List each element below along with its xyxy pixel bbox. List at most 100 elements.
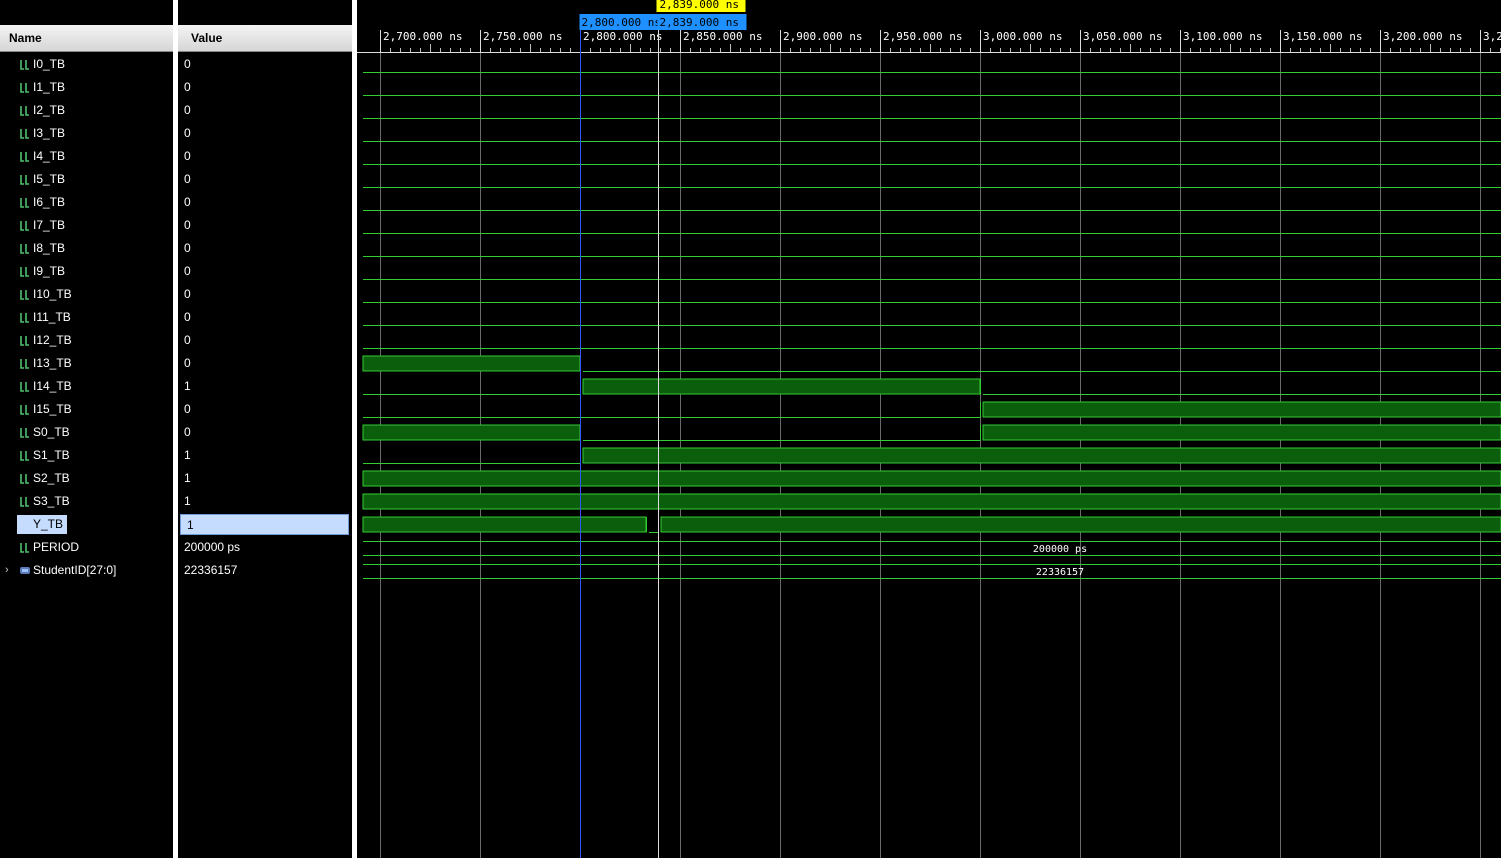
ruler-tick-label: 3,100.000 ns	[1183, 30, 1262, 43]
signal-name: S1_TB	[33, 448, 70, 462]
signal-name-row[interactable]: I15_TB	[0, 398, 173, 421]
signal-name: I11_TB	[33, 310, 71, 324]
signal-name: I15_TB	[33, 402, 72, 416]
signal-value[interactable]: 0	[178, 99, 352, 122]
signal-value[interactable]: 1	[180, 514, 349, 535]
signal-name-row[interactable]: I12_TB	[0, 329, 173, 352]
signal-value[interactable]: 0	[178, 168, 352, 191]
ruler-tick-label: 3,050.000 ns	[1083, 30, 1162, 43]
signal-value[interactable]: 0	[178, 145, 352, 168]
signal-name-row[interactable]: S3_TB	[0, 490, 173, 513]
signal-value[interactable]: 0	[178, 191, 352, 214]
signal-name: I10_TB	[33, 287, 72, 301]
waveform-view[interactable]: 2,700.000 ns 2,750.000 ns 2,800.000 ns 2,85…	[357, 0, 1501, 858]
marker-time-label: 2,800.000 ns	[582, 16, 661, 29]
signal-name-row[interactable]: I4_TB	[0, 145, 173, 168]
signal-value[interactable]: 0	[178, 122, 352, 145]
signal-name: I2_TB	[33, 103, 66, 117]
signal-name: I8_TB	[33, 241, 66, 255]
signal-icon	[20, 267, 29, 277]
signal-name: S2_TB	[33, 471, 70, 485]
signal-value[interactable]: 1	[178, 467, 352, 490]
ruler-tick-label: 2,750.000 ns	[483, 30, 562, 43]
signal-icon	[20, 428, 29, 438]
signal-name: I1_TB	[33, 80, 66, 94]
signal-value[interactable]: 0	[178, 237, 352, 260]
signal-icon	[20, 83, 29, 93]
signal-value[interactable]: 1	[178, 375, 352, 398]
wave-high-segment	[362, 424, 581, 441]
signal-name: I0_TB	[33, 57, 66, 71]
ruler-tick-label: 3,150.000 ns	[1283, 30, 1362, 43]
signal-name-row[interactable]: I2_TB	[0, 99, 173, 122]
signal-icon	[20, 290, 29, 300]
signal-name-row[interactable]: I14_TB	[0, 375, 173, 398]
signal-value[interactable]: 0	[178, 76, 352, 99]
signal-icon	[20, 175, 29, 185]
ruler-tick-label: 2,950.000 ns	[883, 30, 962, 43]
signal-icon	[20, 359, 29, 369]
signal-icon	[20, 60, 29, 70]
wave-high-segment	[582, 378, 981, 395]
signal-name: Y_TB	[17, 515, 68, 534]
signal-name-row[interactable]: S2_TB	[0, 467, 173, 490]
ruler-tick-label: 2,800.000 ns	[583, 30, 662, 43]
signal-name: S3_TB	[33, 494, 70, 508]
signal-name-row[interactable]: I0_TB	[0, 53, 173, 76]
wave-high-segment	[362, 516, 647, 533]
signal-name-row[interactable]: PERIOD	[0, 536, 173, 559]
signal-name-row[interactable]: I8_TB	[0, 237, 173, 260]
signal-icon	[20, 198, 29, 208]
ruler-tick-label: 3,200.000 ns	[1383, 30, 1462, 43]
signal-value[interactable]: 0	[178, 352, 352, 375]
signal-name: S0_TB	[33, 425, 70, 439]
signal-name-row[interactable]: I5_TB	[0, 168, 173, 191]
signal-value[interactable]: 1	[178, 444, 352, 467]
signal-value[interactable]: 1	[178, 490, 352, 513]
signal-name-row[interactable]: Y_TB	[0, 513, 173, 536]
signal-value[interactable]: 0	[178, 283, 352, 306]
signal-value[interactable]: 0	[178, 421, 352, 444]
signal-name-row[interactable]: I13_TB	[0, 352, 173, 375]
signal-name-row[interactable]: S1_TB	[0, 444, 173, 467]
signal-name: I13_TB	[33, 356, 72, 370]
signal-icon	[20, 405, 29, 415]
signal-value[interactable]: 0	[178, 306, 352, 329]
cursor-marker-time-label: 2,839.000 ns	[660, 16, 739, 29]
signal-name: StudentID[27:0]	[33, 563, 117, 577]
signal-icon	[20, 221, 29, 231]
signal-name: I6_TB	[33, 195, 66, 209]
signal-name-row[interactable]: I9_TB	[0, 260, 173, 283]
signal-value[interactable]: 0	[178, 329, 352, 352]
wave-high-segment	[660, 516, 1501, 533]
signal-name-row[interactable]: S0_TB	[0, 421, 173, 444]
bus-value-label: 22336157	[1036, 567, 1084, 578]
signal-name-row[interactable]: I6_TB	[0, 191, 173, 214]
signal-name-row[interactable]: I3_TB	[0, 122, 173, 145]
signal-name: I4_TB	[33, 149, 66, 163]
ruler-tick-label: 2,900.000 ns	[783, 30, 862, 43]
signal-value[interactable]: 0	[178, 398, 352, 421]
expand-chevron-icon[interactable]: ›	[5, 559, 9, 582]
signal-value[interactable]: 0	[178, 53, 352, 76]
signal-value[interactable]: 0	[178, 214, 352, 237]
signal-name-row[interactable]: I11_TB	[0, 306, 173, 329]
value-column-header[interactable]: Value	[178, 25, 352, 52]
signal-name-row[interactable]: › StudentID[27:0]	[0, 559, 173, 582]
signal-name-row[interactable]: I1_TB	[0, 76, 173, 99]
signal-name: I7_TB	[33, 218, 66, 232]
signal-icon	[20, 497, 29, 507]
signal-name-row[interactable]: I7_TB	[0, 214, 173, 237]
signal-icon	[20, 451, 29, 461]
ruler-tick-label: 2,850.000 ns	[683, 30, 762, 43]
bus-value-label: 200000 ps	[1033, 544, 1087, 555]
signal-name: I3_TB	[33, 126, 66, 140]
signal-icon	[20, 244, 29, 254]
name-column-header[interactable]: Name	[0, 25, 173, 52]
wave-high-segment	[362, 493, 1501, 510]
signal-value[interactable]: 0	[178, 260, 352, 283]
signal-value[interactable]: 200000 ps	[178, 536, 352, 559]
signal-value[interactable]: 22336157	[178, 559, 352, 582]
bus-signal-icon	[20, 567, 30, 574]
signal-name-row[interactable]: I10_TB	[0, 283, 173, 306]
